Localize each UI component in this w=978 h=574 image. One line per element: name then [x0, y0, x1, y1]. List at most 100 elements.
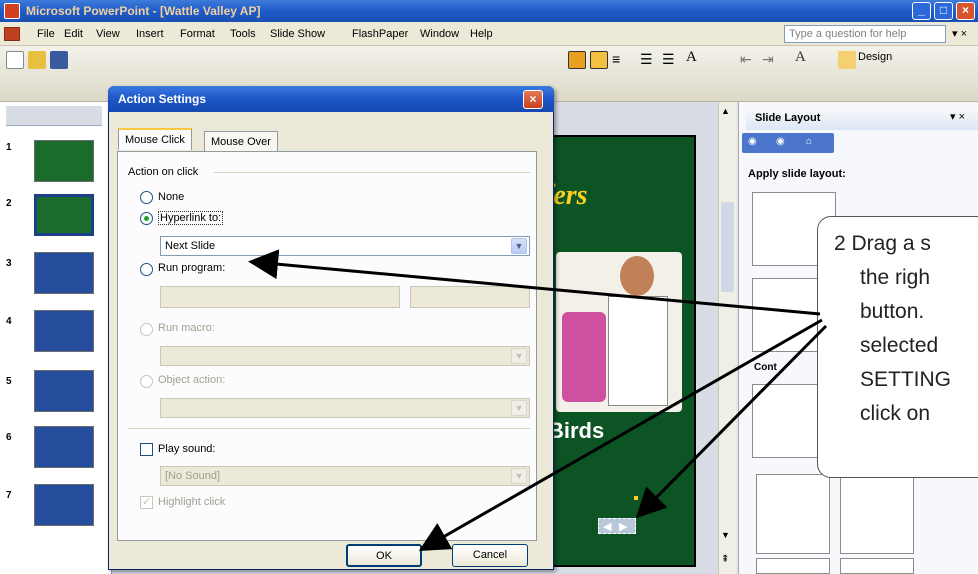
slide-number: 3 — [6, 258, 12, 269]
instruction-callout: 2 Drag a s the righ button. selected SET… — [817, 216, 978, 478]
design-button[interactable]: Design — [858, 51, 892, 63]
play-sound-label[interactable]: Play sound: — [158, 443, 215, 455]
browse-button — [410, 286, 530, 308]
scroll-down-icon[interactable]: ▼ — [721, 530, 730, 540]
align-right-icon[interactable]: ≡ — [612, 51, 630, 69]
task-pane-nav: ◉ ◉ ⌂ — [742, 133, 834, 153]
close-button[interactable]: × — [956, 2, 975, 20]
open-icon[interactable] — [28, 51, 46, 69]
save-icon[interactable] — [50, 51, 68, 69]
adjustment-handle[interactable] — [634, 496, 638, 500]
slide-caption: Birds — [548, 418, 605, 443]
document-icon[interactable] — [4, 27, 20, 41]
hyperlink-select[interactable]: Next Slide — [160, 236, 530, 256]
menu-window[interactable]: Window — [420, 28, 459, 40]
numbering-icon[interactable]: ☰ — [640, 51, 658, 69]
align-left-icon[interactable] — [568, 51, 586, 69]
help-dropdown-icon[interactable]: ▾ × — [952, 27, 967, 40]
menu-format[interactable]: Format — [180, 28, 215, 40]
scroll-up-icon[interactable]: ▲ — [721, 106, 730, 116]
callout-line: button. — [860, 300, 925, 323]
callout-line: SETTING — [860, 368, 952, 391]
hyperlink-radio[interactable] — [140, 212, 153, 225]
layout-content-6[interactable] — [756, 558, 830, 574]
forward-icon[interactable]: ◉ — [776, 136, 785, 147]
vertical-scrollbar[interactable]: ▲ ▼ ⇞ — [718, 102, 736, 574]
increase-indent-icon[interactable]: ⇥ — [762, 51, 780, 69]
previous-slide-icon[interactable]: ⇞ — [721, 554, 729, 565]
new-icon[interactable] — [6, 51, 24, 69]
decrease-indent-icon[interactable]: ⇤ — [740, 51, 758, 69]
layout-content-7[interactable] — [840, 558, 914, 574]
tab-mouse-over[interactable]: Mouse Over — [204, 131, 278, 151]
highlight-click-checkbox: ✓ — [140, 496, 153, 509]
help-question-input[interactable]: Type a question for help — [784, 25, 946, 43]
slide-thumbnail-2[interactable] — [34, 194, 94, 236]
dialog-close-button[interactable]: × — [523, 90, 543, 109]
run-program-label[interactable]: Run program: — [158, 262, 225, 274]
font-color-icon[interactable]: A — [795, 49, 813, 67]
layout-content-4[interactable] — [756, 474, 830, 554]
layout-content-5[interactable] — [840, 474, 914, 554]
slide-number: 1 — [6, 142, 12, 153]
slide-thumbnail-7[interactable] — [34, 484, 94, 526]
action-on-click-label: Action on click — [128, 166, 199, 178]
task-pane-menu-icon[interactable]: ▾ × — [950, 110, 965, 123]
callout-line: selected — [860, 334, 939, 357]
menu-insert[interactable]: Insert — [136, 28, 164, 40]
object-action-select — [160, 398, 530, 418]
menu-flashpaper[interactable]: FlashPaper — [352, 28, 408, 40]
pane-tabs[interactable] — [6, 106, 102, 126]
slide-thumbnail-3[interactable] — [34, 252, 94, 294]
slide-thumbnail-5[interactable] — [34, 370, 94, 412]
none-radio[interactable] — [140, 191, 153, 204]
slide-number: 4 — [6, 316, 12, 327]
object-action-label: Object action: — [158, 374, 226, 386]
window-title: Microsoft PowerPoint - [Wattle Valley AP… — [26, 4, 261, 18]
chevron-down-icon[interactable]: ▼ — [511, 238, 527, 254]
menu-help[interactable]: Help — [470, 28, 493, 40]
maximize-button[interactable]: □ — [934, 2, 953, 20]
tab-mouse-click[interactable]: Mouse Click — [118, 128, 192, 150]
vet-head — [620, 256, 654, 296]
cancel-button[interactable]: Cancel — [452, 544, 528, 567]
minimize-button[interactable]: _ — [912, 2, 931, 20]
run-program-input — [160, 286, 400, 308]
run-macro-select — [160, 346, 530, 366]
play-sound-checkbox[interactable] — [140, 443, 153, 456]
hyperlink-label[interactable]: Hyperlink to: — [158, 211, 224, 225]
increase-font-icon[interactable]: A — [686, 49, 704, 67]
slide-thumbnail-4[interactable] — [34, 310, 94, 352]
menu-edit[interactable]: Edit — [64, 28, 83, 40]
callout-line: the righ — [860, 266, 931, 289]
run-program-radio[interactable] — [140, 263, 153, 276]
action-button-forward[interactable]: ◀ ▶ — [598, 518, 636, 534]
home-icon[interactable]: ⌂ — [806, 136, 812, 147]
bullets-icon[interactable]: ☰ — [662, 51, 680, 69]
powerpoint-app-icon[interactable] — [4, 3, 20, 19]
ok-button[interactable]: OK — [346, 544, 422, 567]
group-divider — [214, 172, 530, 173]
scroll-thumb[interactable] — [721, 202, 734, 292]
slide-thumbnail-1[interactable] — [34, 140, 94, 182]
back-icon[interactable]: ◉ — [748, 136, 757, 147]
center-icon[interactable] — [590, 51, 608, 69]
back-arrow-icon: ◀ — [603, 521, 612, 533]
menu-bar: File Edit View Insert Format Tools Slide… — [0, 22, 978, 46]
callout-line: 2 Drag a s — [834, 232, 931, 255]
slide-number: 7 — [6, 490, 12, 501]
menu-view[interactable]: View — [96, 28, 120, 40]
menu-slide-show[interactable]: Slide Show — [270, 28, 325, 40]
check-icon: ✓ — [142, 496, 152, 508]
window-title-bar: Microsoft PowerPoint - [Wattle Valley AP… — [0, 0, 978, 22]
vet-coat — [608, 296, 668, 406]
object-action-radio — [140, 375, 153, 388]
slide-thumbnail-6[interactable] — [34, 426, 94, 468]
none-label[interactable]: None — [158, 191, 184, 203]
menu-tools[interactable]: Tools — [230, 28, 256, 40]
sound-select: [No Sound] — [160, 466, 530, 486]
apply-layout-label: Apply slide layout: — [748, 168, 846, 180]
content-layouts-label: Cont — [754, 362, 777, 373]
menu-file[interactable]: File — [37, 28, 55, 40]
design-icon[interactable] — [838, 51, 856, 69]
